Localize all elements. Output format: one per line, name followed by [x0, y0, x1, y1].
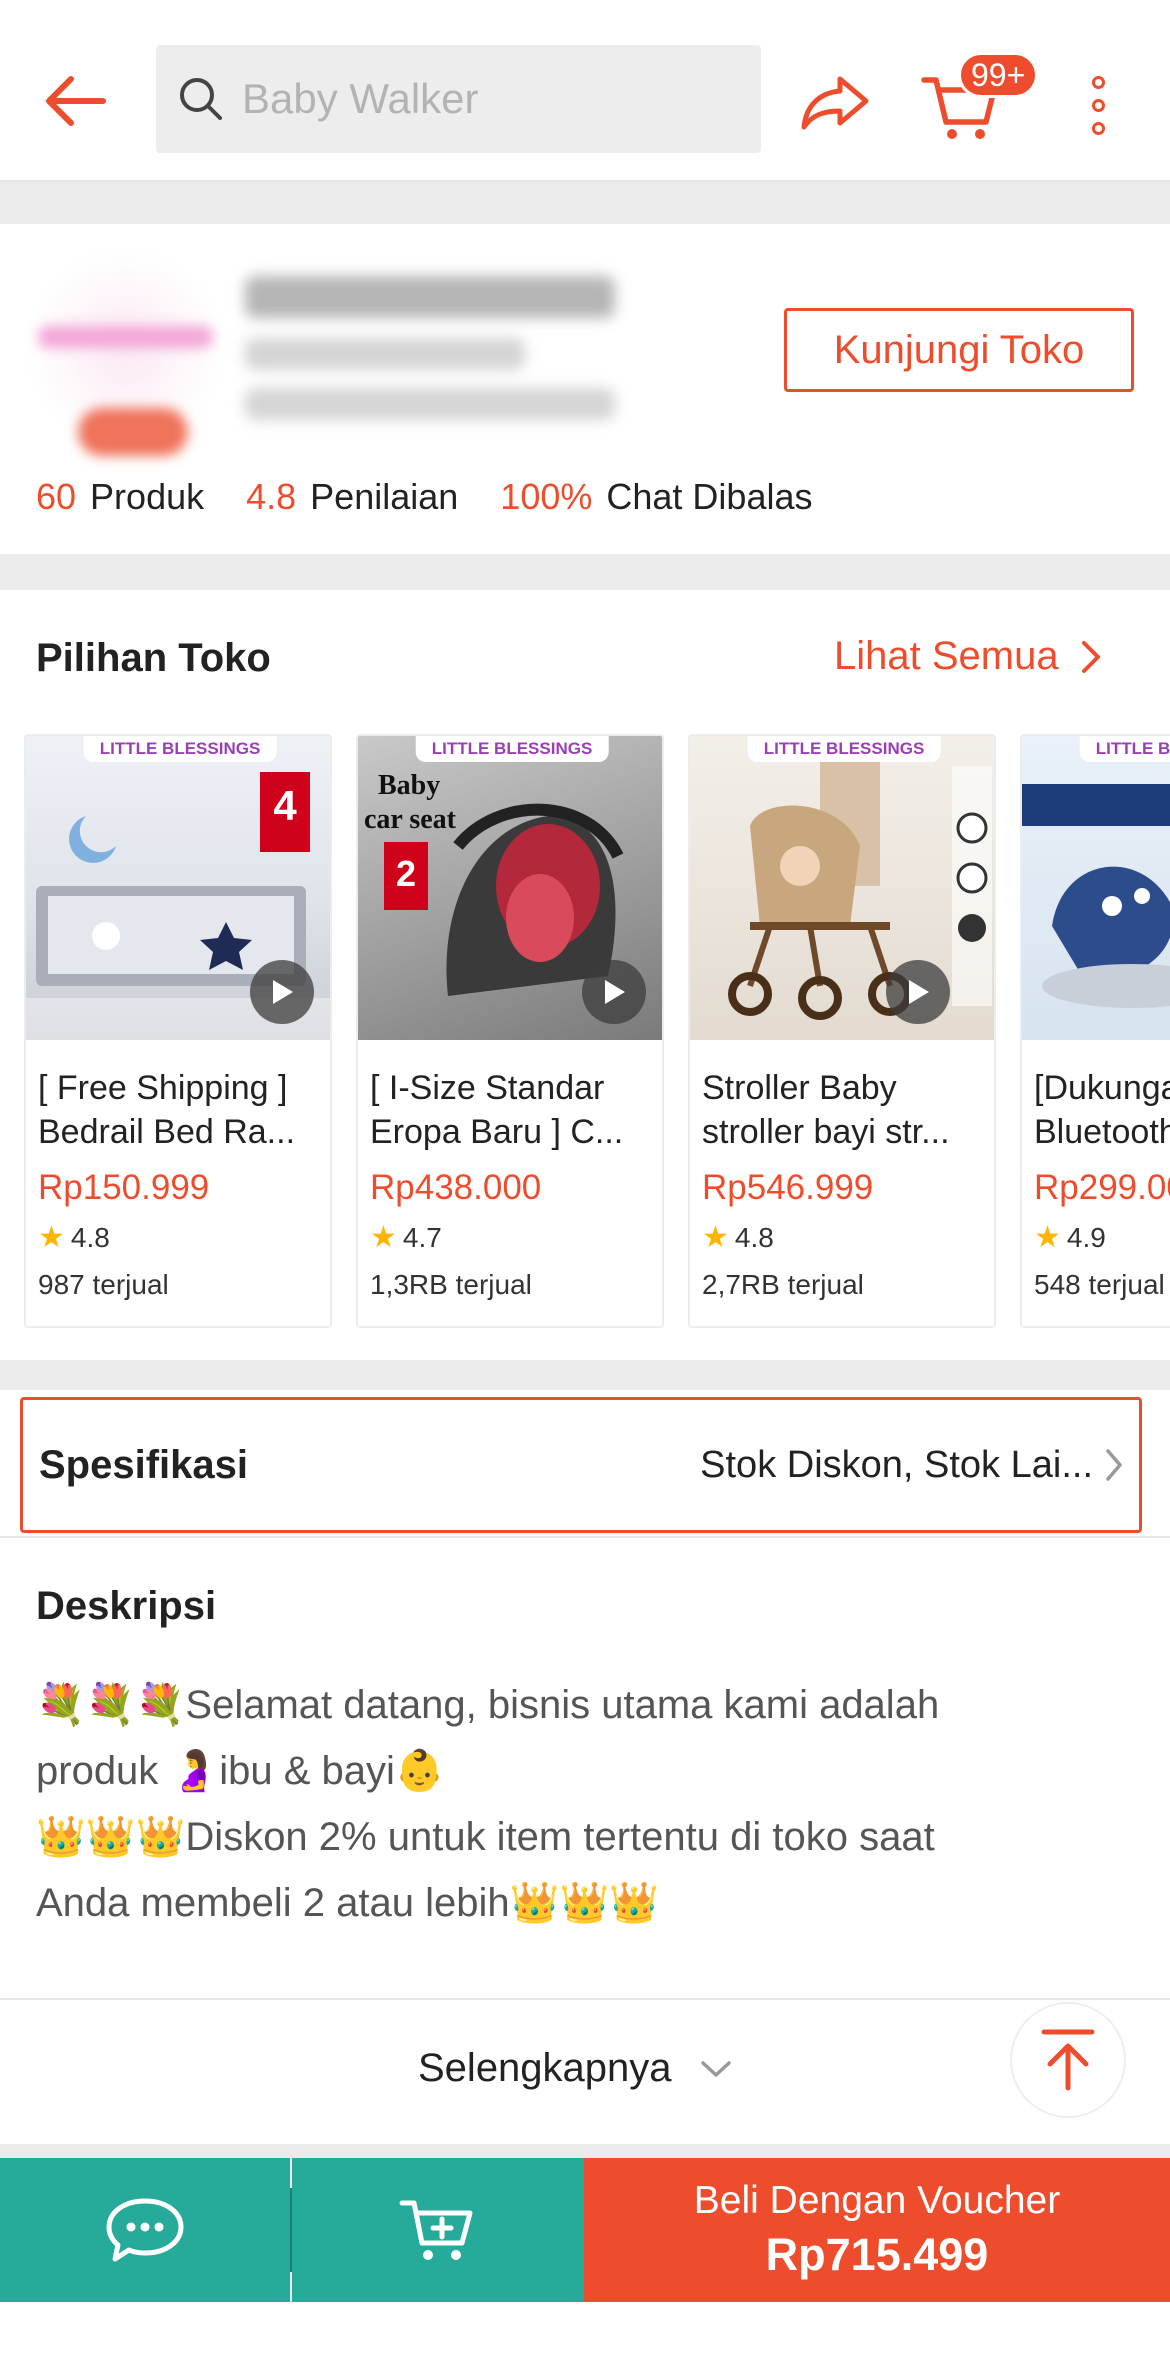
product-card[interactable]: LITTLE BLESSINGS Stroller Baby stroller … — [688, 734, 996, 1328]
section-title: Pilihan Toko — [36, 636, 271, 680]
product-image: 4 LITTLE BLESSINGS — [26, 736, 330, 1040]
product-title: [ Free Shipping ] Bedrail Bed Ra... — [38, 1069, 296, 1151]
baby-swing-illustration — [1022, 784, 1170, 1008]
product-card[interactable]: Baby car seat 2 LITTLE BLESSINGS [ I-Siz… — [356, 734, 664, 1328]
star-icon: ★ — [1034, 1221, 1061, 1254]
product-sold: 2,7RB terjual — [702, 1269, 864, 1300]
svg-text:Baby: Baby — [378, 770, 440, 801]
svg-text:car seat: car seat — [364, 804, 457, 835]
description-text: 💐💐💐Selamat datang, bisnis utama kami ada… — [36, 1683, 940, 1925]
product-title: Stroller Baby stroller bayi str... — [702, 1069, 950, 1151]
product-rating: ★ 4.8 — [38, 1221, 110, 1254]
shop-name-blurred — [245, 276, 615, 318]
description-section: Deskripsi 💐💐💐Selamat datang, bisnis utam… — [0, 1536, 1170, 1998]
shop-status-blurred — [245, 338, 525, 370]
stat-chat-reply: 100% Chat Dibalas — [500, 476, 813, 517]
product-title: [ I-Size Standar Eropa Baru ] C... — [370, 1069, 624, 1151]
product-image: Baby car seat 2 LITTLE BLESSINGS — [358, 736, 662, 1040]
chat-icon — [106, 2198, 184, 2262]
product-rating: ★ 4.8 — [702, 1221, 774, 1254]
shop-badge-blurred — [78, 408, 188, 456]
play-video-icon[interactable] — [250, 960, 314, 1024]
arrow-left-icon — [46, 76, 106, 126]
search-input[interactable]: Baby Walker — [156, 45, 761, 153]
arrow-up-icon — [1041, 2029, 1095, 2091]
product-rating: ★ 4.9 — [1034, 1221, 1106, 1254]
svg-text:4: 4 — [273, 782, 297, 829]
product-sold: 987 terjual — [38, 1269, 169, 1300]
stat-rating: 4.8 Penilaian — [246, 476, 459, 517]
stroller-illustration — [728, 746, 992, 1020]
see-more-button[interactable]: Selengkapnya — [418, 2046, 732, 2091]
star-icon: ★ — [38, 1221, 65, 1254]
shop-card: Kunjungi Toko 60 Produk 4.8 Penilaian 100%… — [0, 224, 1170, 554]
specification-section: Spesifikasi Stok Diskon, Stok Lai... — [0, 1390, 1170, 1536]
share-icon — [801, 76, 869, 130]
see-more-row: Selengkapnya — [0, 1998, 1170, 2144]
stat-products: 60 Produk — [36, 476, 205, 517]
shop-picks-section: Pilihan Toko Lihat Semua 4 LITTLE BLESSI… — [0, 590, 1170, 1360]
dot-icon — [1091, 98, 1105, 112]
product-sold: 1,3RB terjual — [370, 1269, 532, 1300]
product-page: Baby Walker 99+ Kunjungi Toko 60 Produk 4… — [0, 0, 1170, 2356]
product-price: Rp546.999 — [702, 1168, 874, 1207]
product-carousel[interactable]: 4 LITTLE BLESSINGS [ Free Shipping ] Bed… — [24, 734, 1170, 1328]
product-price: Rp150.999 — [38, 1168, 210, 1207]
brand-label: LITTLE BLESSINGS — [747, 736, 941, 762]
star-icon: ★ — [702, 1221, 729, 1254]
top-bar: Baby Walker 99+ — [0, 0, 1170, 182]
product-title: [Dukungan Bluetooth — [1034, 1069, 1170, 1151]
product-price: Rp438.000 — [370, 1168, 542, 1207]
cart-count-badge: 99+ — [958, 52, 1039, 98]
product-rating: ★ 4.7 — [370, 1221, 442, 1254]
add-to-cart-icon — [399, 2200, 473, 2260]
spec-value: Stok Diskon, Stok Lai... — [700, 1443, 1093, 1486]
brand-label: LITTLE BLESSINGS — [415, 736, 609, 762]
chevron-right-icon — [1106, 1449, 1122, 1481]
search-placeholder: Baby Walker — [242, 75, 479, 122]
bottom-action-bar: Beli Dengan Voucher Rp715.499 — [0, 2158, 1170, 2302]
shop-location-blurred — [245, 388, 615, 420]
see-all-link[interactable]: Lihat Semua — [834, 634, 1101, 679]
add-to-cart-button[interactable] — [292, 2158, 584, 2302]
brand-label: LITTLE BLESSINGS — [1079, 736, 1170, 762]
spec-label: Spesifikasi — [39, 1442, 249, 1487]
dot-icon — [1091, 121, 1105, 135]
brand-label: LITTLE BLESSINGS — [83, 736, 277, 762]
product-card[interactable]: LITTLE BLESSINGS [Dukungan Bluetooth Rp2… — [1020, 734, 1170, 1328]
back-button[interactable] — [30, 56, 120, 146]
product-sold: 548 terjual — [1034, 1269, 1165, 1300]
product-price: Rp299.000 — [1034, 1168, 1170, 1207]
shop-stats: 60 Produk 4.8 Penilaian 100% Chat Dibalas — [36, 476, 812, 518]
svg-text:2: 2 — [396, 853, 416, 894]
home-indicator-area — [0, 2302, 1170, 2356]
scroll-to-top-button[interactable] — [1010, 2002, 1126, 2118]
product-image: LITTLE BLESSINGS — [1022, 736, 1170, 1040]
visit-shop-button[interactable]: Kunjungi Toko — [784, 308, 1134, 392]
search-icon — [180, 78, 222, 120]
chat-button[interactable] — [0, 2158, 290, 2302]
chevron-right-icon — [1081, 640, 1100, 673]
buy-with-voucher-button[interactable]: Beli Dengan Voucher Rp715.499 — [584, 2158, 1170, 2302]
shop-avatar[interactable] — [28, 248, 223, 456]
play-video-icon[interactable] — [886, 960, 950, 1024]
share-button[interactable] — [790, 58, 880, 148]
play-video-icon[interactable] — [582, 960, 646, 1024]
dot-icon — [1091, 75, 1105, 89]
shop-logo-blurred — [38, 326, 213, 348]
chevron-down-icon — [700, 2060, 731, 2077]
more-options-button[interactable] — [1068, 60, 1128, 150]
description-title: Deskripsi — [36, 1584, 217, 1628]
product-card[interactable]: 4 LITTLE BLESSINGS [ Free Shipping ] Bed… — [24, 734, 332, 1328]
product-image: LITTLE BLESSINGS — [690, 736, 994, 1040]
star-icon: ★ — [370, 1221, 397, 1254]
specification-row[interactable]: Spesifikasi Stok Diskon, Stok Lai... — [20, 1397, 1142, 1533]
cart-button[interactable]: 99+ — [920, 52, 1039, 152]
